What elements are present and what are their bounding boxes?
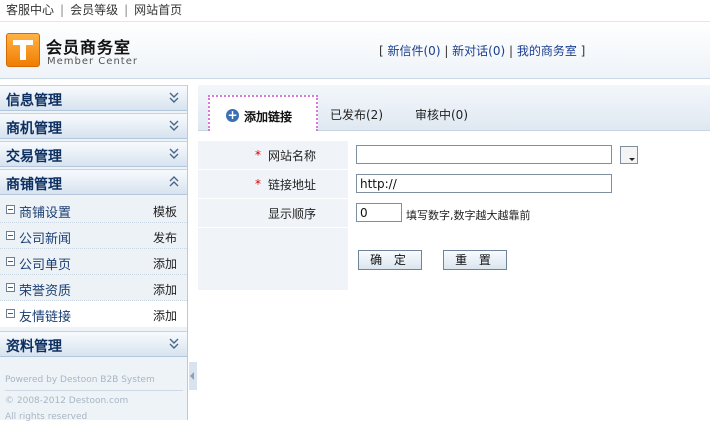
collapse-box-icon	[6, 231, 15, 240]
my-office-link[interactable]: 我的商务室	[517, 44, 577, 58]
main-panel: + 添加链接 已发布(2) 审核中(0) * 网站名称 * 链接地址 http:…	[198, 85, 710, 305]
menu-group-label: 交易管理	[6, 149, 62, 165]
link-url-input[interactable]	[356, 174, 612, 193]
menu-group-biz[interactable]: 商机管理	[0, 113, 187, 139]
link-member-levels[interactable]: 会员等级	[70, 3, 118, 17]
link-site-home[interactable]: 网站首页	[134, 3, 182, 17]
separator: |	[60, 3, 65, 17]
sidebar-item-friend-links[interactable]: 友情链接 添加	[0, 301, 187, 327]
sidebar-item-company-page[interactable]: 公司单页 添加	[0, 249, 187, 275]
reset-button[interactable]: 重 置	[443, 250, 507, 270]
brand-title: 会员商务室	[46, 38, 132, 57]
menu-group-label: 商机管理	[6, 121, 62, 137]
add-icon: +	[226, 108, 239, 122]
tab-label: 添加链接	[244, 110, 293, 124]
form-row-link-url: * 链接地址	[198, 170, 710, 199]
display-order-hint: 填写数字,数字越大越靠前	[406, 209, 531, 222]
sidebar-item-label[interactable]: 友情链接	[19, 306, 71, 325]
sidebar-item-label[interactable]: 公司新闻	[19, 228, 71, 247]
collapse-box-icon	[6, 205, 15, 214]
sidebar-item-label[interactable]: 荣誉资质	[19, 280, 71, 299]
sidebar-item-label[interactable]: 公司单页	[19, 254, 71, 273]
sidebar-footer: Powered by Destoon B2B System © 2008-201…	[5, 372, 183, 425]
tab-published[interactable]: 已发布(2)	[330, 106, 383, 123]
sidebar-item-label[interactable]: 商铺设置	[19, 202, 71, 221]
footer-powered-by: Powered by Destoon B2B System	[5, 375, 155, 385]
tab-bar: + 添加链接 已发布(2) 审核中(0)	[198, 85, 710, 131]
display-order-label: 显示顺序	[268, 207, 317, 221]
chevron-down-icon	[169, 148, 179, 159]
collapse-box-icon	[6, 309, 15, 318]
required-marker: *	[255, 148, 261, 162]
chevron-down-icon	[169, 338, 179, 349]
sidebar-item-action[interactable]: 添加	[153, 255, 177, 272]
tab-pending[interactable]: 审核中(0)	[415, 106, 468, 123]
site-name-label: 网站名称	[268, 149, 317, 163]
brand-subtitle: Member Center	[47, 56, 138, 67]
confirm-button[interactable]: 确 定	[358, 250, 422, 270]
menu-group-label: 资料管理	[6, 339, 62, 355]
member-center-logo-icon	[6, 33, 40, 67]
new-chats-link[interactable]: 新对话(0)	[452, 44, 505, 58]
chevron-down-icon	[169, 120, 179, 131]
link-url-label: 链接地址	[268, 178, 317, 192]
color-picker-dropdown[interactable]	[620, 146, 638, 164]
menu-group-label: 商铺管理	[6, 177, 62, 193]
chevron-down-icon	[169, 92, 179, 103]
new-letters-link[interactable]: 新信件(0)	[388, 44, 441, 58]
form-buttons-row: 确 定 重 置	[198, 228, 710, 290]
menu-group-trade[interactable]: 交易管理	[0, 141, 187, 167]
footer-copyright: © 2008-2012 Destoon.com	[5, 396, 129, 406]
required-marker: *	[255, 177, 261, 191]
menu-group-info[interactable]: 信息管理	[0, 85, 187, 111]
sidebar-item-shop-settings[interactable]: 商铺设置 模板	[0, 197, 187, 223]
collapse-box-icon	[6, 257, 15, 266]
tab-add-link[interactable]: + 添加链接	[208, 95, 318, 131]
form-row-display-order: 显示顺序 填写数字,数字越大越靠前	[198, 199, 710, 228]
sidebar-item-action[interactable]: 添加	[153, 307, 177, 324]
sidebar-item-honors[interactable]: 荣誉资质 添加	[0, 275, 187, 301]
header-links: [ 新信件(0) | 新对话(0) | 我的商务室 ]	[379, 44, 586, 58]
sidebar-item-action[interactable]: 模板	[153, 203, 177, 220]
site-name-input[interactable]	[356, 145, 612, 164]
menu-group-profile[interactable]: 资料管理	[0, 331, 187, 357]
chevron-up-icon	[169, 176, 179, 187]
divider	[5, 390, 183, 391]
sidebar-item-action[interactable]: 添加	[153, 281, 177, 298]
link-service-center[interactable]: 客服中心	[6, 3, 54, 17]
sidebar: 信息管理 商机管理 交易管理 商铺管理 商铺设置 模板 公司新闻 发布 公司单页…	[0, 85, 188, 422]
display-order-input[interactable]	[356, 203, 402, 222]
top-links-bar: 客服中心 | 会员等级 | 网站首页	[0, 0, 710, 22]
form-row-site-name: * 网站名称	[198, 141, 710, 170]
collapse-box-icon	[6, 283, 15, 292]
header: 会员商务室 Member Center [ 新信件(0) | 新对话(0) | …	[0, 22, 710, 79]
menu-group-label: 信息管理	[6, 93, 62, 109]
sidebar-item-action[interactable]: 发布	[153, 229, 177, 246]
sidebar-item-company-news[interactable]: 公司新闻 发布	[0, 223, 187, 249]
menu-group-shop[interactable]: 商铺管理	[0, 169, 187, 195]
footer-rights: All rights reserved	[5, 412, 88, 422]
add-link-form: * 网站名称 * 链接地址 显示顺序 填写数字,数字越大越靠前	[198, 141, 710, 290]
sidebar-collapse-handle[interactable]	[189, 362, 197, 390]
separator: |	[124, 3, 129, 17]
